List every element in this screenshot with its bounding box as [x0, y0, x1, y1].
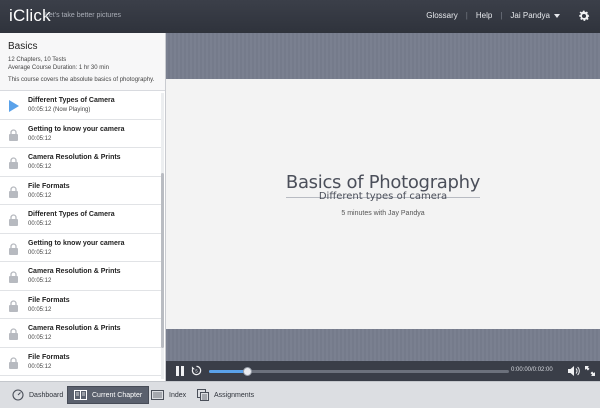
chapter-title: Different Types of Camera: [28, 97, 115, 104]
chapter-item[interactable]: File Formats 00:05:12: [0, 176, 161, 205]
lock-icon: [8, 356, 19, 369]
chapter-duration: 00:05:12: [28, 335, 52, 341]
chapter-title: File Formats: [28, 353, 70, 361]
chapter-duration: 00:05:12: [28, 164, 52, 170]
slide-title: Basics of Photography: [285, 172, 481, 193]
lock-icon: [8, 327, 19, 340]
chapter-duration: 00:05:12: [28, 135, 52, 142]
chevron-down-icon: [554, 13, 560, 18]
dashboard-icon: [12, 389, 24, 401]
chapter-item[interactable]: File Formats 00:05:12: [0, 347, 161, 376]
svg-text:5: 5: [195, 369, 198, 374]
pause-icon[interactable]: [175, 366, 185, 376]
slide-meta: 5 minutes with Jay Pandya: [341, 210, 425, 217]
play-icon: [8, 99, 19, 112]
tab-assignments[interactable]: Assignments: [191, 386, 260, 404]
chapter-title: Getting to know your camera: [28, 239, 125, 247]
chapter-duration: 00:05:12 (Now Playing): [28, 107, 91, 113]
video-player[interactable]: Basics of Photography Different types of…: [166, 33, 600, 361]
top-bar: iClick Let's take better pictures Glossa…: [0, 0, 600, 33]
lock-icon: [8, 185, 19, 198]
replay-icon[interactable]: 5: [191, 365, 202, 376]
lock-icon: [8, 156, 19, 169]
bottom-tab-bar: Dashboard Current Chapter Index Assignme…: [0, 381, 600, 408]
chapter-duration: 00:05:12: [28, 192, 52, 199]
course-meta: 12 Chapters, 10 Tests Average Course Dur…: [8, 56, 157, 72]
chapter-title: Camera Resolution & Prints: [28, 325, 121, 332]
chapter-duration: 00:05:12: [28, 221, 52, 227]
tab-label: Current Chapter: [92, 391, 143, 399]
chapter-list: Different Types of Camera 00:05:12 (Now P…: [0, 91, 161, 376]
chapter-duration: 00:05:12: [28, 363, 52, 370]
chapter-title: Different Types of Camera: [28, 211, 115, 218]
chapter-sidebar: Basics 12 Chapters, 10 Tests Average Cou…: [0, 33, 166, 381]
chapter-title: Camera Resolution & Prints: [28, 268, 121, 275]
tab-dashboard[interactable]: Dashboard: [6, 386, 69, 404]
course-duration: Average Course Duration: 1 hr 30 min: [8, 65, 109, 71]
chapter-title: File Formats: [28, 182, 70, 190]
chapter-item[interactable]: File Formats 00:05:12: [0, 290, 161, 319]
scrollbar-thumb[interactable]: [161, 173, 164, 348]
lock-icon: [8, 128, 19, 141]
lock-icon: [8, 270, 19, 283]
brand-tagline: Let's take better pictures: [45, 12, 122, 19]
nav-divider: |: [500, 11, 503, 20]
index-icon: [151, 390, 164, 400]
chapter-title: Camera Resolution & Prints: [28, 154, 121, 161]
top-nav: Glossary | Help | Jai Pandya: [426, 11, 560, 20]
progress-handle[interactable]: [243, 367, 252, 376]
video-letterbox-top: [166, 33, 600, 79]
chapter-duration: 00:05:12: [28, 306, 52, 313]
volume-icon[interactable]: [568, 366, 580, 376]
user-menu[interactable]: Jai Pandya: [510, 11, 560, 20]
video-slide: Basics of Photography Different types of…: [166, 79, 600, 329]
nav-glossary[interactable]: Glossary: [426, 11, 458, 20]
nav-help[interactable]: Help: [476, 11, 492, 20]
progress-bar[interactable]: [209, 367, 509, 376]
user-name: Jai Pandya: [510, 11, 550, 20]
gear-icon[interactable]: [577, 9, 591, 23]
chapter-item[interactable]: Camera Resolution & Prints 00:05:12: [0, 319, 161, 348]
course-header: Basics 12 Chapters, 10 Tests Average Cou…: [0, 33, 165, 91]
tab-label: Dashboard: [29, 391, 64, 399]
chapter-item[interactable]: Different Types of Camera 00:05:12: [0, 205, 161, 234]
video-letterbox-bottom: [166, 329, 600, 361]
chapter-title: Getting to know your camera: [28, 125, 125, 133]
course-title: Basics: [8, 41, 38, 52]
lock-icon: [8, 299, 19, 312]
lock-icon: [8, 242, 19, 255]
chapter-duration: 00:05:12: [28, 278, 52, 284]
tab-index[interactable]: Index: [145, 386, 192, 404]
tab-label: Assignments: [214, 391, 255, 399]
book-icon: [74, 390, 87, 400]
chapter-duration: 00:05:12: [28, 249, 52, 256]
chapter-title: File Formats: [28, 296, 70, 304]
chapter-item[interactable]: Getting to know your camera 00:05:12: [0, 233, 161, 262]
chapter-item[interactable]: Camera Resolution & Prints 00:05:12: [0, 148, 161, 177]
fullscreen-icon[interactable]: [585, 366, 595, 376]
tab-current-chapter[interactable]: Current Chapter: [67, 386, 150, 404]
time-display: 0:00:00/0:02:00: [511, 367, 553, 373]
player-controls: 5 0:00:00/0:02:00: [166, 361, 600, 381]
chapter-item[interactable]: Getting to know your camera 00:05:12: [0, 119, 161, 148]
chapter-item[interactable]: Different Types of Camera 00:05:12 (Now P…: [0, 91, 161, 120]
tab-label: Index: [169, 391, 187, 399]
lock-icon: [8, 213, 19, 226]
chapter-item[interactable]: Camera Resolution & Prints 00:05:12: [0, 262, 161, 291]
nav-divider: |: [465, 11, 468, 20]
slide-subtitle: Different types of camera: [318, 191, 448, 202]
course-chapter-count: 12 Chapters, 10 Tests: [8, 57, 67, 63]
assignments-icon: [197, 389, 209, 401]
course-description: This course covers the absolute basics o…: [8, 77, 155, 83]
